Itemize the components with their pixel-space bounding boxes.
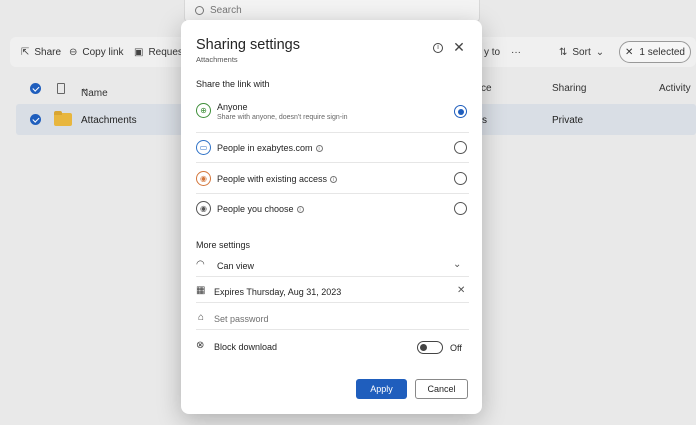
sharing-settings-dialog: Sharing settings Attachments i ✕ Share t…	[181, 20, 482, 414]
briefcase-icon: ▭	[196, 140, 211, 155]
block-download-toggle[interactable]	[417, 341, 443, 354]
globe-icon: ⊕	[196, 103, 211, 118]
option-label: People in exabytes.com i	[217, 143, 323, 153]
dialog-subtitle: Attachments	[196, 55, 238, 64]
option-label: People you choose i	[217, 204, 304, 214]
permission-dropdown[interactable]: ◠ Can view ⌄	[196, 259, 469, 275]
lock-icon: ⌂	[198, 312, 205, 323]
cancel-button[interactable]: Cancel	[415, 379, 468, 399]
block-download-label: Block download	[214, 342, 278, 352]
eye-icon: ◠	[196, 259, 205, 270]
radio-specific-people[interactable]	[454, 202, 467, 215]
share-with-heading: Share the link with	[196, 79, 270, 89]
option-label: Anyone	[217, 102, 248, 112]
info-icon[interactable]: i	[433, 43, 443, 53]
radio-existing-access[interactable]	[454, 172, 467, 185]
info-icon[interactable]: i	[315, 145, 323, 152]
divider	[196, 132, 469, 133]
option-description: Share with anyone, doesn't require sign-…	[217, 114, 348, 121]
option-label: People with existing access i	[217, 174, 338, 184]
divider	[196, 329, 469, 330]
divider	[196, 276, 469, 277]
password-placeholder: Set password	[214, 314, 269, 324]
clear-date-icon[interactable]: ✕	[457, 285, 465, 296]
option-anyone[interactable]: ⊕ Anyone Share with anyone, doesn't requ…	[196, 102, 469, 132]
radio-anyone[interactable]	[454, 105, 467, 118]
divider	[196, 193, 469, 194]
person-icon: ◉	[196, 171, 211, 186]
more-settings-heading: More settings	[196, 240, 251, 250]
radio-organization[interactable]	[454, 141, 467, 154]
chevron-down-icon: ⌄	[453, 259, 462, 270]
option-existing-access[interactable]: ◉ People with existing access i	[196, 171, 469, 191]
dialog-title: Sharing settings	[196, 37, 300, 53]
toggle-state-label: Off	[450, 343, 462, 353]
block-icon: ⊗	[196, 340, 205, 351]
divider	[196, 162, 469, 163]
expiration-value: Expires Thursday, Aug 31, 2023	[214, 287, 342, 297]
info-icon[interactable]: i	[296, 206, 304, 213]
calendar-icon: ▦	[196, 285, 206, 296]
expiration-date-field[interactable]: ▦ Expires Thursday, Aug 31, 2023 ✕	[196, 285, 469, 301]
apply-button[interactable]: Apply	[356, 379, 407, 399]
password-field[interactable]: ⌂ Set password	[196, 312, 469, 328]
option-organization[interactable]: ▭ People in exabytes.com i	[196, 140, 469, 160]
person-icon: ◉	[196, 201, 211, 216]
info-icon[interactable]: i	[330, 176, 338, 183]
divider	[196, 302, 469, 303]
option-specific-people[interactable]: ◉ People you choose i	[196, 201, 469, 221]
close-icon[interactable]: ✕	[452, 40, 466, 54]
permission-value: Can view	[217, 261, 255, 271]
